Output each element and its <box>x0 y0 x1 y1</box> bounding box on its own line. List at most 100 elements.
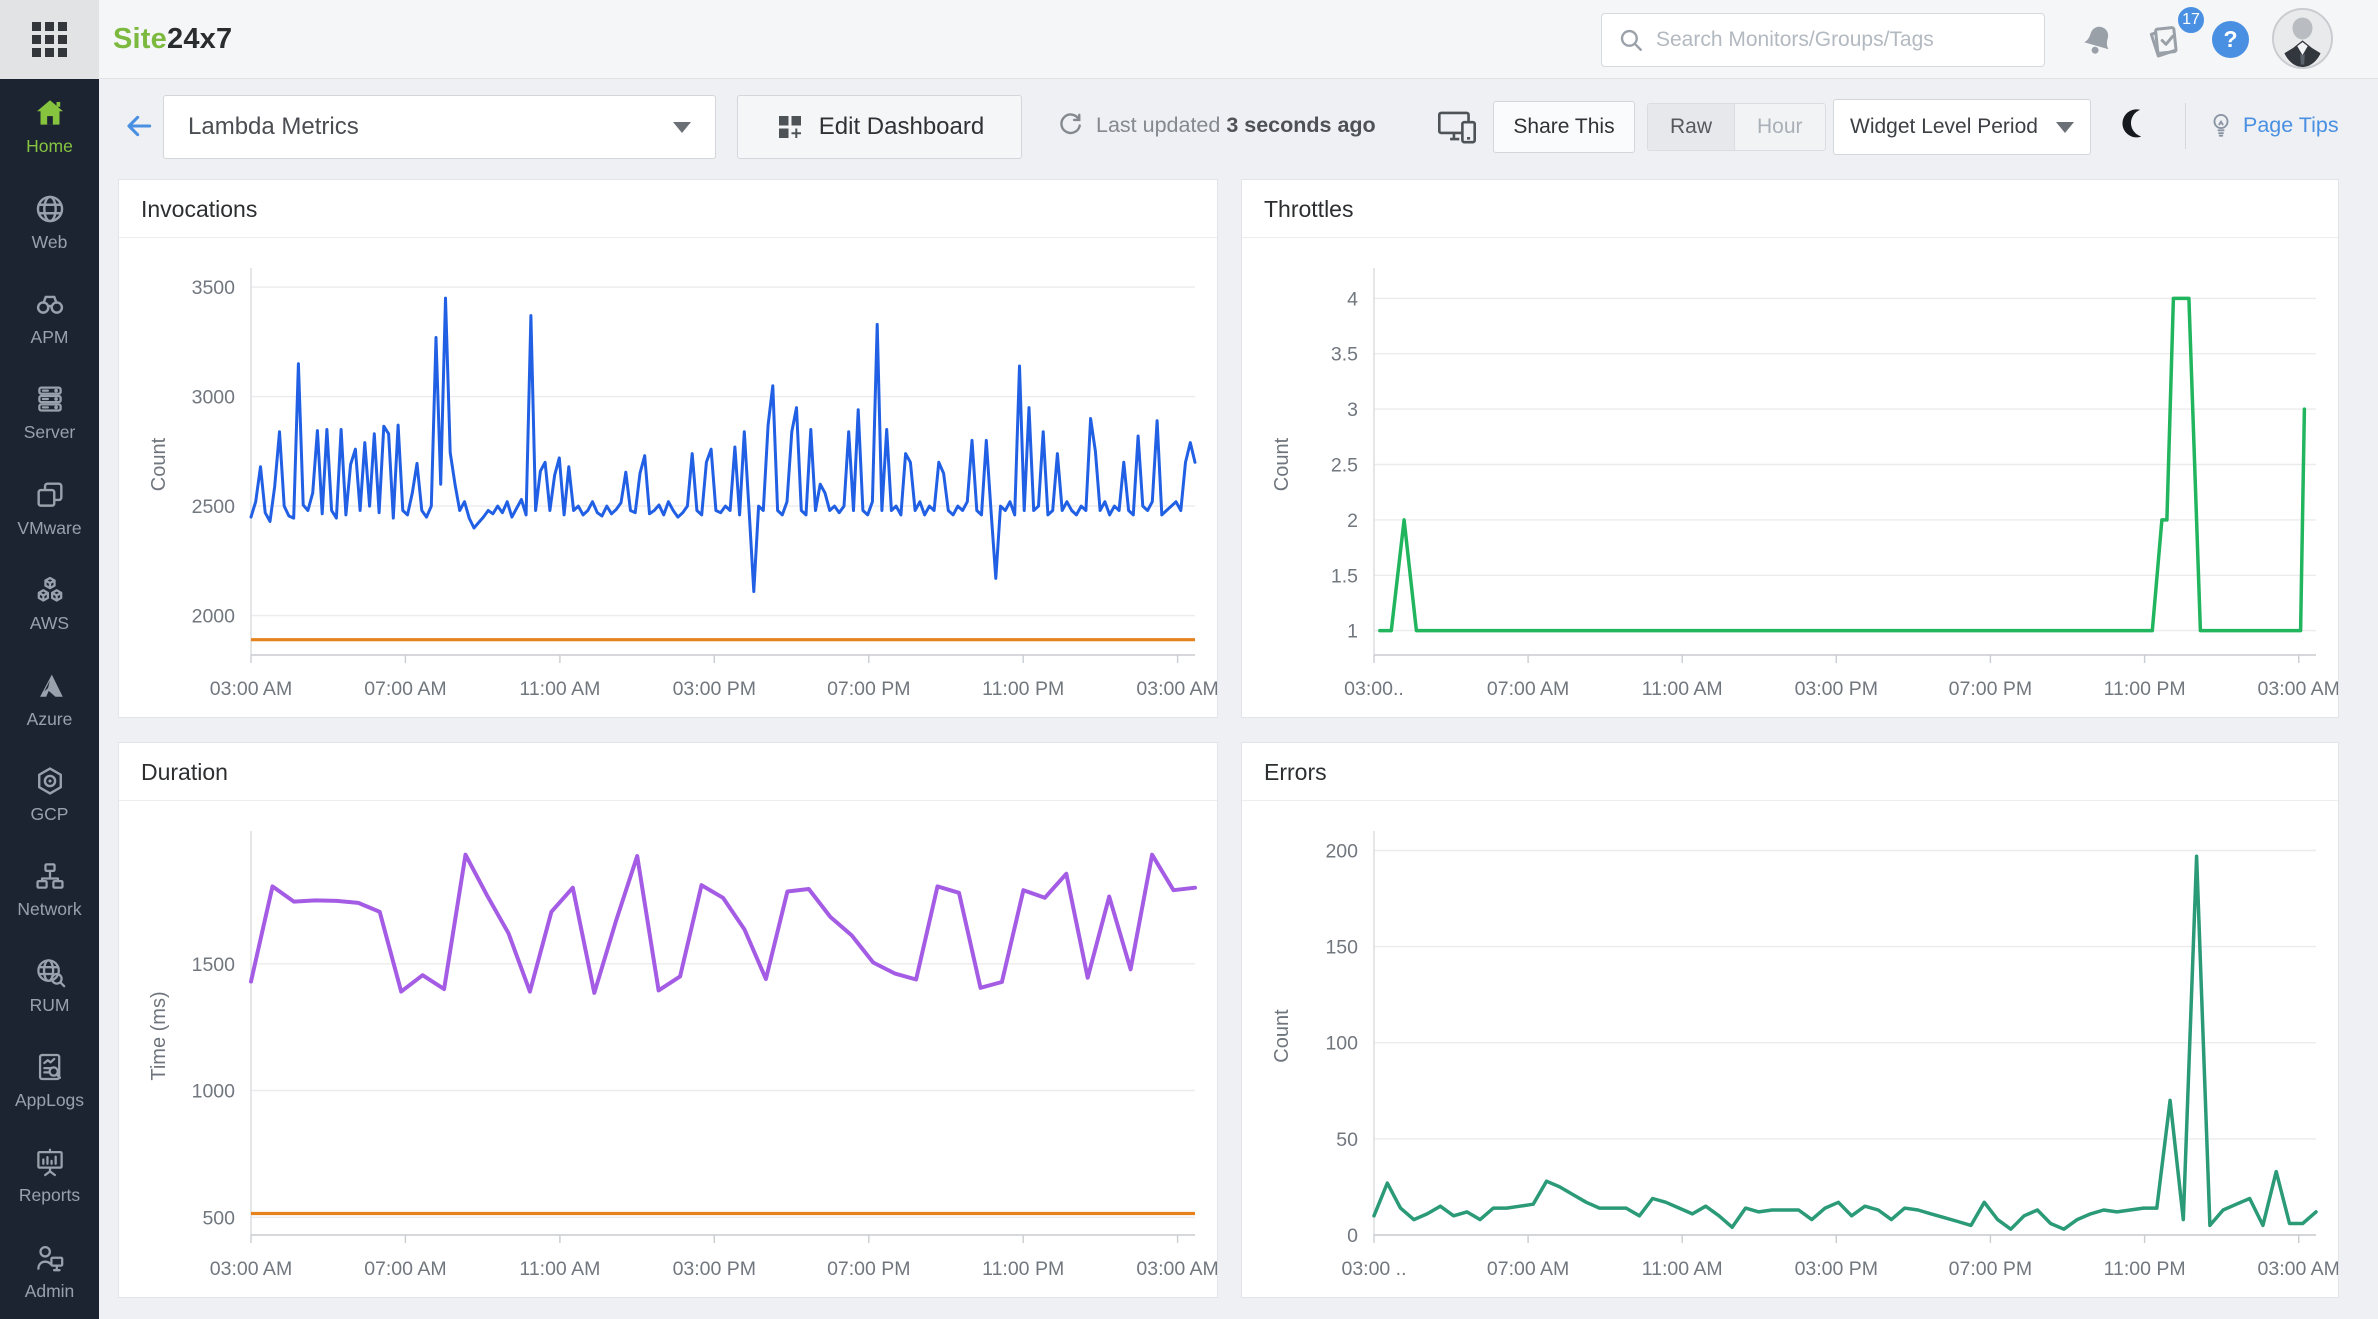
dashboard-selector[interactable]: Lambda Metrics <box>163 95 716 159</box>
lightbulb-icon <box>2213 114 2229 137</box>
chevron-down-icon <box>673 121 691 133</box>
sidebar-item-reports[interactable]: Reports <box>0 1128 99 1223</box>
widget-invocations: Invocations 2000 2500 3000 3500 03:00 AM 07:0… <box>118 179 1218 718</box>
errors-chart[interactable]: 0 50 100 150 200 03:00 .. 07:00 AM 11:00 AM 03:0… <box>1242 801 2338 1297</box>
help-button[interactable]: ? <box>2212 21 2249 58</box>
svg-text:200: 200 <box>1325 841 1358 863</box>
svg-text:03:00 ..: 03:00 .. <box>1341 1258 1406 1280</box>
granularity-toggle: Raw Hour <box>1647 103 1826 151</box>
svg-text:3: 3 <box>1347 399 1358 421</box>
back-arrow-button[interactable] <box>123 110 155 142</box>
svg-text:03:00 AM: 03:00 AM <box>1136 678 1217 700</box>
sidebar-item-gcp[interactable]: GCP <box>0 747 99 842</box>
widget-level-period-select[interactable]: Widget Level Period <box>1833 99 2091 155</box>
sidebar-item-label: Home <box>26 136 73 157</box>
throttles-chart[interactable]: 1 1.5 2 2.5 3 3.5 4 03:00.. 07:00 AM 11:00 AM 03:0… <box>1242 238 2338 717</box>
notifications-bell-button[interactable] <box>2076 18 2120 62</box>
svg-text:50: 50 <box>1336 1129 1358 1151</box>
sidebar-item-web[interactable]: Web <box>0 174 99 269</box>
sidebar-item-admin[interactable]: Admin <box>0 1224 99 1319</box>
svg-text:03:00 PM: 03:00 PM <box>1795 678 1878 700</box>
home-icon <box>36 100 63 125</box>
svg-text:11:00 PM: 11:00 PM <box>982 678 1064 700</box>
notification-badge: 17 <box>2176 5 2206 35</box>
page-tips-button[interactable]: Page Tips <box>2207 79 2339 171</box>
invocations-chart[interactable]: 2000 2500 3000 3500 03:00 AM 07:00 AM 11:00 AM… <box>119 238 1217 717</box>
search-icon <box>1620 29 1642 51</box>
sidebar-item-label: APM <box>30 326 69 347</box>
sidebar-item-aws[interactable]: AWS <box>0 556 99 651</box>
edit-dashboard-button[interactable]: Edit Dashboard <box>737 95 1022 159</box>
svg-text:07:00 AM: 07:00 AM <box>364 1258 446 1280</box>
bell-icon <box>2084 26 2109 54</box>
applogs-icon <box>38 1053 61 1081</box>
apps-grid-icon <box>32 22 67 57</box>
sidebar-item-vmware[interactable]: VMware <box>0 461 99 556</box>
widget-title: Throttles <box>1242 180 2338 238</box>
svg-text:1: 1 <box>1347 621 1358 643</box>
refresh-icon[interactable] <box>1057 112 1084 139</box>
sidebar: Home Web APM Server VMware AWS Azure GCP… <box>0 79 99 1319</box>
svg-text:11:00 AM: 11:00 AM <box>1642 678 1723 700</box>
search-box <box>1601 13 2045 67</box>
search-input[interactable] <box>1656 28 2028 52</box>
svg-text:07:00 PM: 07:00 PM <box>827 678 910 700</box>
sidebar-item-home[interactable]: Home <box>0 79 99 174</box>
svg-text:3000: 3000 <box>192 387 236 409</box>
svg-text:1500: 1500 <box>192 954 236 976</box>
logo-site: Site <box>113 23 167 55</box>
svg-text:07:00 AM: 07:00 AM <box>1487 678 1569 700</box>
site24x7-logo[interactable]: Site 24x7 <box>113 0 232 79</box>
rum-icon <box>36 958 65 988</box>
sidebar-item-label: Network <box>17 899 82 920</box>
binoculars-icon <box>36 295 63 314</box>
sidebar-item-label: AppLogs <box>14 1090 85 1111</box>
sidebar-item-azure[interactable]: Azure <box>0 651 99 746</box>
sidebar-item-server[interactable]: Server <box>0 365 99 460</box>
widget-level-period-label: Widget Level Period <box>1850 115 2038 138</box>
site24x7-dashboard: Site24x7 17 ? <box>0 0 2378 1319</box>
dashboard-toolbar: Lambda Metrics Edit Dashboard Last updat… <box>99 79 2378 171</box>
svg-text:2000: 2000 <box>192 606 236 628</box>
granularity-hour[interactable]: Hour <box>1735 104 1825 150</box>
devices-icon[interactable] <box>1437 107 1477 145</box>
topbar: Site24x7 17 ? <box>0 0 2378 79</box>
vmware-icon <box>36 482 63 507</box>
avatar-person-icon <box>2274 10 2331 67</box>
sidebar-item-rum[interactable]: RUM <box>0 938 99 1033</box>
duration-chart[interactable]: 500 1000 1500 03:00 AM 07:00 AM 11:00 AM 03:00… <box>119 801 1217 1297</box>
svg-text:150: 150 <box>1325 937 1358 959</box>
svg-text:4: 4 <box>1347 288 1358 310</box>
dark-mode-moon-icon[interactable] <box>2127 105 2162 140</box>
sidebar-item-label: RUM <box>29 994 70 1015</box>
svg-text:07:00 PM: 07:00 PM <box>1949 1258 2032 1280</box>
chevron-down-icon <box>2056 121 2074 133</box>
svg-text:2.5: 2.5 <box>1331 455 1358 477</box>
svg-text:2: 2 <box>1347 510 1358 532</box>
share-this-button[interactable]: Share This <box>1493 101 1635 153</box>
svg-text:03:00 PM: 03:00 PM <box>1795 1258 1878 1280</box>
sidebar-item-applogs[interactable]: AppLogs <box>0 1033 99 1128</box>
svg-text:03:00 PM: 03:00 PM <box>673 1258 756 1280</box>
logo-24x7: 24x7 <box>167 23 233 55</box>
svg-text:2500: 2500 <box>192 496 236 518</box>
svg-text:0: 0 <box>1347 1225 1358 1247</box>
svg-text:11:00 PM: 11:00 PM <box>982 1258 1064 1280</box>
widget-title: Invocations <box>119 180 1217 238</box>
granularity-raw[interactable]: Raw <box>1648 104 1736 150</box>
toolbar-divider <box>2185 103 2186 149</box>
edit-dashboard-label: Edit Dashboard <box>818 113 985 140</box>
user-avatar[interactable] <box>2272 8 2333 69</box>
sidebar-item-apm[interactable]: APM <box>0 270 99 365</box>
sidebar-item-label: AWS <box>29 613 70 634</box>
svg-text:03:00..: 03:00.. <box>1344 678 1404 700</box>
last-updated-value: 3 seconds ago <box>1226 112 1376 137</box>
svg-text:1000: 1000 <box>192 1081 236 1103</box>
svg-text:07:00 PM: 07:00 PM <box>1949 678 2032 700</box>
share-this-label: Share This <box>1513 115 1615 138</box>
sidebar-item-network[interactable]: Network <box>0 842 99 937</box>
server-icon <box>37 386 62 412</box>
svg-text:Time (ms): Time (ms) <box>148 991 170 1080</box>
svg-text:03:00 AM: 03:00 AM <box>210 678 292 700</box>
apps-grid-button[interactable] <box>0 0 99 79</box>
